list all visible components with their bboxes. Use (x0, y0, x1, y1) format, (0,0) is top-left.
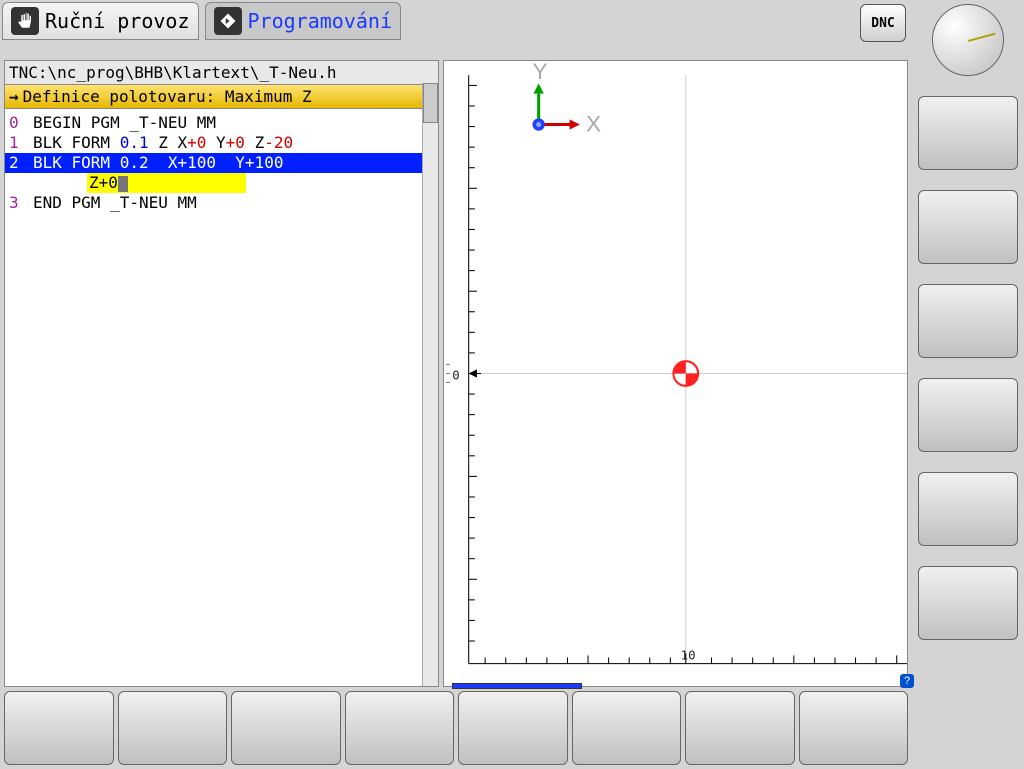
code-line-continuation: Z+0 (5, 173, 438, 193)
code-line-selected: 2 BLK FORM 0.2 X+100 Y+100 (5, 153, 438, 173)
code-listing[interactable]: 0 BEGIN PGM _T-NEU MM 1 BLK FORM 0.1 Z X… (5, 109, 438, 686)
vertical-softkey-2[interactable] (918, 190, 1018, 264)
bottom-softkey-bar: ? (0, 687, 912, 769)
code-line: 1 BLK FORM 0.1 Z X+0 Y+0 Z-20 (5, 133, 438, 153)
softkey-f8[interactable] (799, 691, 909, 765)
softkey-f5[interactable] (458, 691, 568, 765)
tab-manual-mode[interactable]: Ruční provoz (2, 2, 199, 40)
svg-text:10: 10 (681, 649, 696, 663)
program-editor: TNC:\nc_prog\BHB\Klartext\_T-Neu.h → Def… (4, 60, 439, 687)
dnc-button[interactable]: DNC (860, 4, 906, 42)
hand-icon (11, 7, 39, 35)
tab-label: Ruční provoz (45, 9, 190, 33)
code-line: 0 BEGIN PGM _T-NEU MM (5, 113, 438, 133)
input-prompt-bar: → Definice polotovaru: Maximum Z (5, 85, 438, 109)
svg-text:X: X (586, 112, 601, 137)
code-line: 3 END PGM _T-NEU MM (5, 193, 438, 213)
scrollbar-thumb[interactable] (423, 83, 438, 123)
header-bar: Ruční provoz Programování DNC (0, 0, 912, 60)
dnc-label: DNC (871, 16, 894, 31)
tab-programming[interactable]: Programování (205, 2, 402, 40)
vertical-softkey-1[interactable] (918, 96, 1018, 170)
right-sidebar (912, 0, 1024, 769)
vertical-softkey-4[interactable] (918, 378, 1018, 452)
graphics-view[interactable]: 0 10 X Y (443, 60, 908, 687)
softkey-f7[interactable] (685, 691, 795, 765)
active-input-field[interactable]: Z+0 (87, 173, 246, 193)
editor-scrollbar[interactable] (422, 83, 438, 686)
vertical-softkey-5[interactable] (918, 472, 1018, 546)
softkey-f3[interactable] (231, 691, 341, 765)
vertical-softkey-6[interactable] (918, 566, 1018, 640)
softkey-f1[interactable] (4, 691, 114, 765)
softkey-page-indicator[interactable] (452, 683, 582, 689)
clock-face-icon (932, 4, 1004, 76)
svg-text:0: 0 (452, 369, 459, 383)
axis-plot: 0 10 X Y (444, 61, 907, 686)
softkey-f2[interactable] (118, 691, 228, 765)
svg-text:Y: Y (532, 61, 547, 84)
vertical-softkey-3[interactable] (918, 284, 1018, 358)
file-path-bar: TNC:\nc_prog\BHB\Klartext\_T-Neu.h (5, 61, 438, 85)
softkey-f4[interactable] (345, 691, 455, 765)
arrow-right-icon: → (9, 87, 19, 106)
main-area: TNC:\nc_prog\BHB\Klartext\_T-Neu.h → Def… (0, 60, 912, 687)
help-icon[interactable]: ? (900, 674, 914, 688)
text-cursor (118, 176, 128, 192)
prompt-text: Definice polotovaru: Maximum Z (23, 87, 312, 106)
diamond-arrow-icon (214, 7, 242, 35)
softkey-f6[interactable] (572, 691, 682, 765)
tab-label: Programování (248, 9, 393, 33)
